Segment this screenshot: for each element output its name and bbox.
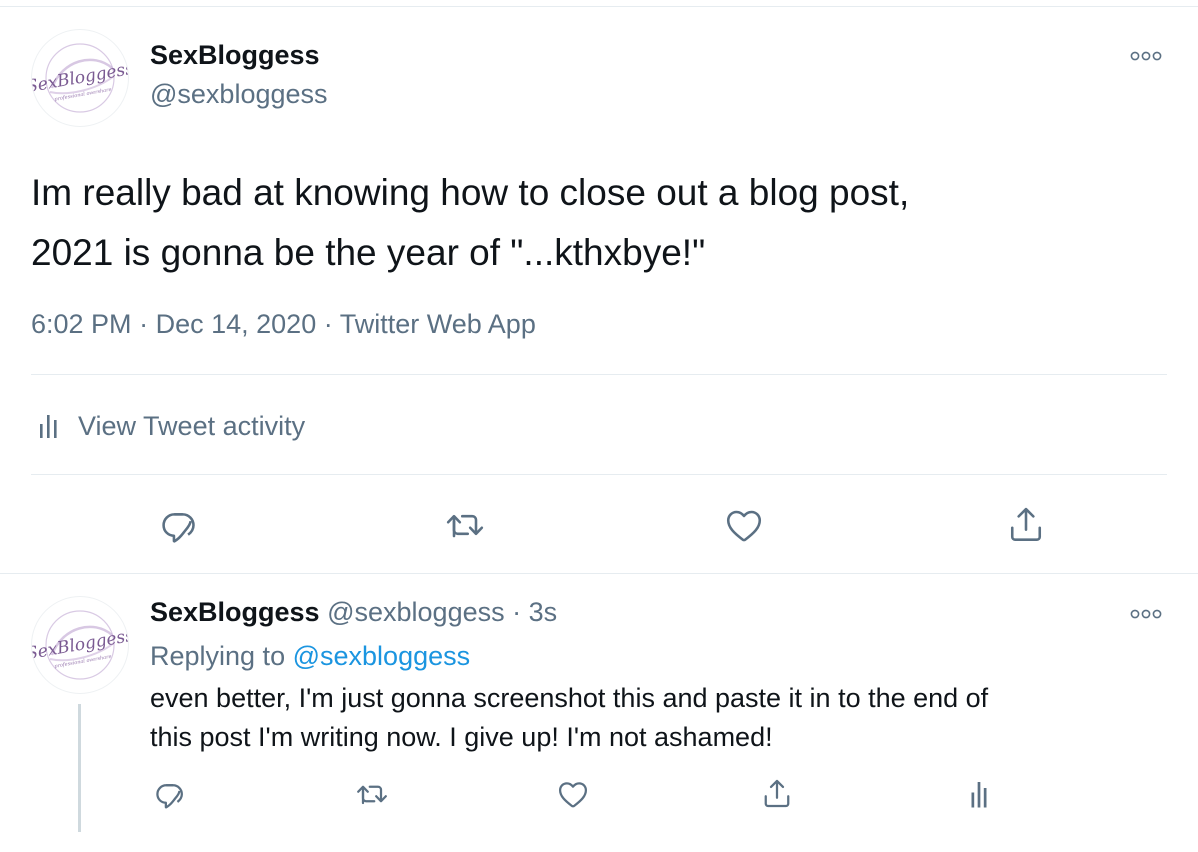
sexbloggess-logo-icon: SexBloggess professional overshare: [32, 610, 128, 680]
view-tweet-activity-link[interactable]: View Tweet activity: [31, 404, 305, 448]
retweet-button[interactable]: [352, 772, 392, 816]
display-name[interactable]: SexBloggess: [150, 597, 320, 627]
sexbloggess-logo-icon: SexBloggess professional overshare: [32, 43, 128, 113]
view-tweet-activity-label: View Tweet activity: [78, 410, 306, 441]
more-options-icon[interactable]: [1126, 44, 1166, 68]
share-button[interactable]: [757, 772, 797, 816]
share-icon: [1010, 507, 1042, 541]
avatar[interactable]: SexBloggess professional overshare: [31, 596, 129, 694]
like-button[interactable]: [553, 772, 593, 816]
analytics-icon: [971, 782, 987, 808]
reply-icon: [162, 513, 195, 543]
display-name[interactable]: SexBloggess: [150, 40, 320, 71]
tweet-thread-page: SexBloggess professional overshare SexBl…: [0, 0, 1198, 852]
analytics-icon: [40, 415, 57, 438]
retweet-icon: [446, 514, 484, 538]
tweet-time[interactable]: 6:02 PM: [31, 309, 132, 339]
reply-timestamp[interactable]: 3s: [529, 597, 558, 627]
share-button[interactable]: [1001, 500, 1051, 550]
thread-line: [78, 704, 81, 832]
more-options-icon[interactable]: [1126, 602, 1166, 626]
reply-button[interactable]: [150, 772, 190, 816]
like-icon: [558, 782, 588, 808]
header-separator: ·: [512, 597, 522, 627]
like-icon: [726, 510, 762, 542]
divider: [31, 474, 1167, 475]
like-button[interactable]: [719, 500, 769, 550]
tweet-meta: 6:02 PM · Dec 14, 2020 · Twitter Web App: [31, 309, 536, 340]
meta-separator: ·: [323, 309, 333, 339]
reply-tweet[interactable]: SexBloggess professional overshare SexBl…: [0, 574, 1198, 852]
tweet-text-line: 2021 is gonna be the year of "...kthxbye…: [31, 232, 706, 273]
reply-text-line: this post I'm writing now. I give up! I'…: [150, 722, 773, 752]
tweet-date[interactable]: Dec 14, 2020: [156, 309, 317, 339]
main-tweet: SexBloggess professional overshare SexBl…: [0, 0, 1198, 573]
reply-text: even better, I'm just gonna screenshot t…: [150, 679, 1160, 757]
user-handle[interactable]: @sexbloggess: [327, 597, 505, 627]
tweet-text: Im really bad at knowing how to close ou…: [31, 163, 1161, 283]
analytics-button[interactable]: [959, 772, 999, 816]
share-icon: [764, 779, 790, 808]
tweet-source[interactable]: Twitter Web App: [340, 309, 536, 339]
retweet-button[interactable]: [440, 500, 490, 550]
retweet-icon: [357, 785, 387, 805]
reply-header: SexBloggess @sexbloggess · 3s: [150, 597, 557, 628]
avatar[interactable]: SexBloggess professional overshare: [31, 29, 129, 127]
reply-icon: [156, 784, 183, 809]
meta-separator: ·: [139, 309, 149, 339]
divider: [31, 374, 1167, 375]
replying-to-handle-link[interactable]: @sexbloggess: [293, 641, 471, 671]
tweet-text-line: Im really bad at knowing how to close ou…: [31, 172, 910, 213]
user-handle[interactable]: @sexbloggess: [150, 79, 328, 110]
replying-to-label: Replying to: [150, 641, 286, 671]
replying-to: Replying to @sexbloggess: [150, 641, 470, 672]
reply-text-line: even better, I'm just gonna screenshot t…: [150, 683, 989, 713]
reply-button[interactable]: [154, 500, 204, 550]
